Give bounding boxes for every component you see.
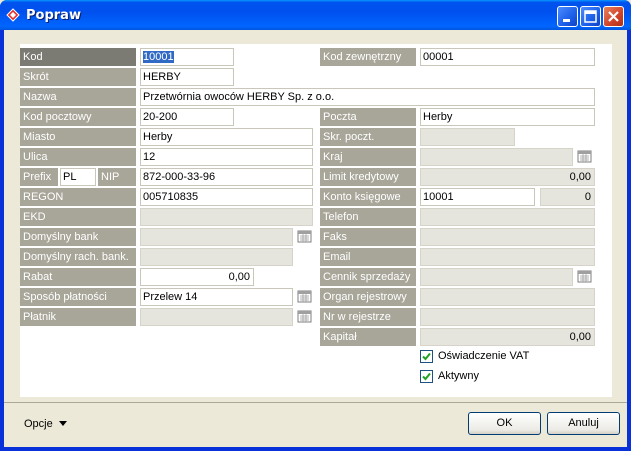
- prefix-field[interactable]: PL: [60, 168, 96, 186]
- calendar-picker-icon[interactable]: [577, 149, 593, 165]
- sposob-platnosci-label: Sposób płatności: [20, 288, 136, 306]
- dialog-client-area: Kod 10001 Skrót HERBY Nazwa Przetwórnia …: [4, 30, 627, 447]
- ok-button[interactable]: OK: [468, 412, 541, 435]
- maximize-icon: [584, 10, 597, 23]
- sposob-platnosci-field[interactable]: Przelew 14: [140, 288, 293, 306]
- poczta-label: Poczta: [320, 108, 416, 126]
- domyslny-bank-field[interactable]: [140, 228, 293, 246]
- nip-field[interactable]: 872-000-33-96: [140, 168, 313, 186]
- maximize-button[interactable]: [580, 6, 601, 27]
- nr-w-rejestrze-field[interactable]: [420, 308, 595, 326]
- domyslny-bank-label: Domyślny bank: [20, 228, 136, 246]
- close-icon: [608, 11, 619, 22]
- rabat-field[interactable]: 0,00: [140, 268, 254, 286]
- konto-ksiegowe-sub-field[interactable]: 0: [540, 188, 595, 206]
- email-field[interactable]: [420, 248, 595, 266]
- organ-rejestrowy-label: Organ rejestrowy: [320, 288, 416, 306]
- kapital-label: Kapitał: [320, 328, 416, 346]
- regon-label: REGON: [20, 188, 136, 206]
- konto-ksiegowe-label: Konto księgowe: [320, 188, 416, 206]
- aktywny-label: Aktywny: [438, 370, 479, 382]
- skr-poczt-field[interactable]: [420, 128, 515, 146]
- poczta-field[interactable]: Herby: [420, 108, 595, 126]
- form-panel: Kod 10001 Skrót HERBY Nazwa Przetwórnia …: [20, 44, 612, 397]
- kapital-field[interactable]: 0,00: [420, 328, 595, 346]
- ekd-label: EKD: [20, 208, 136, 226]
- ekd-field[interactable]: [140, 208, 313, 226]
- skr-poczt-label: Skr. poczt.: [320, 128, 416, 146]
- oswiadczenie-vat-checkbox[interactable]: [420, 350, 433, 363]
- domyslny-rach-field[interactable]: [140, 248, 293, 266]
- skrot-field[interactable]: HERBY: [140, 68, 234, 86]
- nazwa-field[interactable]: Przetwórnia owoców HERBY Sp. z o.o.: [140, 88, 595, 106]
- telefon-field[interactable]: [420, 208, 595, 226]
- prefix-label: Prefix: [20, 168, 58, 186]
- title-bar[interactable]: Popraw: [0, 0, 631, 30]
- regon-field[interactable]: 005710835: [140, 188, 313, 206]
- opcje-menu-button[interactable]: Opcje: [24, 418, 67, 430]
- cennik-sprzedazy-label: Cennik sprzedaży: [320, 268, 416, 286]
- rabat-label: Rabat: [20, 268, 136, 286]
- telefon-label: Telefon: [320, 208, 416, 226]
- kod-label: Kod: [20, 48, 136, 66]
- calendar-picker-icon[interactable]: [297, 229, 313, 245]
- kod-field[interactable]: 10001: [140, 48, 234, 66]
- window-title: Popraw: [26, 8, 81, 23]
- minimize-icon: [563, 19, 570, 22]
- email-label: Email: [320, 248, 416, 266]
- ulica-label: Ulica: [20, 148, 136, 166]
- organ-rejestrowy-field[interactable]: [420, 288, 595, 306]
- diamond-icon: [6, 8, 20, 22]
- close-button[interactable]: [603, 6, 624, 27]
- footer-separator: [4, 402, 627, 403]
- kod-zewnetrzny-field[interactable]: 00001: [420, 48, 595, 66]
- anuluj-button[interactable]: Anuluj: [547, 412, 620, 435]
- cennik-sprzedazy-field[interactable]: [420, 268, 573, 286]
- faks-field[interactable]: [420, 228, 595, 246]
- nazwa-label: Nazwa: [20, 88, 136, 106]
- ulica-field[interactable]: 12: [140, 148, 313, 166]
- miasto-label: Miasto: [20, 128, 136, 146]
- kod-value: 10001: [143, 51, 174, 63]
- platnik-label: Płatnik: [20, 308, 136, 326]
- kraj-label: Kraj: [320, 148, 416, 166]
- kod-zewnetrzny-label: Kod zewnętrzny: [320, 48, 416, 66]
- kod-pocztowy-label: Kod pocztowy: [20, 108, 136, 126]
- limit-kredytowy-label: Limit kredytowy: [320, 168, 416, 186]
- miasto-field[interactable]: Herby: [140, 128, 313, 146]
- calendar-picker-icon[interactable]: [577, 269, 593, 285]
- dialog-window: Popraw Kod 10001 Skrót HERBY Nazwa Przet…: [0, 0, 631, 451]
- domyslny-rach-label: Domyślny rach. bank.: [20, 248, 136, 266]
- minimize-button[interactable]: [557, 6, 578, 27]
- aktywny-checkbox[interactable]: [420, 370, 433, 383]
- kod-pocztowy-field[interactable]: 20-200: [140, 108, 234, 126]
- dropdown-arrow-icon: [58, 421, 67, 427]
- konto-ksiegowe-field[interactable]: 10001: [420, 188, 535, 206]
- skrot-label: Skrót: [20, 68, 136, 86]
- nr-w-rejestrze-label: Nr w rejestrze: [320, 308, 416, 326]
- kraj-field[interactable]: [420, 148, 573, 166]
- opcje-label: Opcje: [24, 418, 53, 430]
- calendar-picker-icon[interactable]: [297, 289, 313, 305]
- nip-label: NIP: [98, 168, 136, 186]
- calendar-picker-icon[interactable]: [297, 309, 313, 325]
- limit-kredytowy-field[interactable]: 0,00: [420, 168, 595, 186]
- faks-label: Faks: [320, 228, 416, 246]
- oswiadczenie-vat-label: Oświadczenie VAT: [438, 350, 530, 362]
- platnik-field[interactable]: [140, 308, 293, 326]
